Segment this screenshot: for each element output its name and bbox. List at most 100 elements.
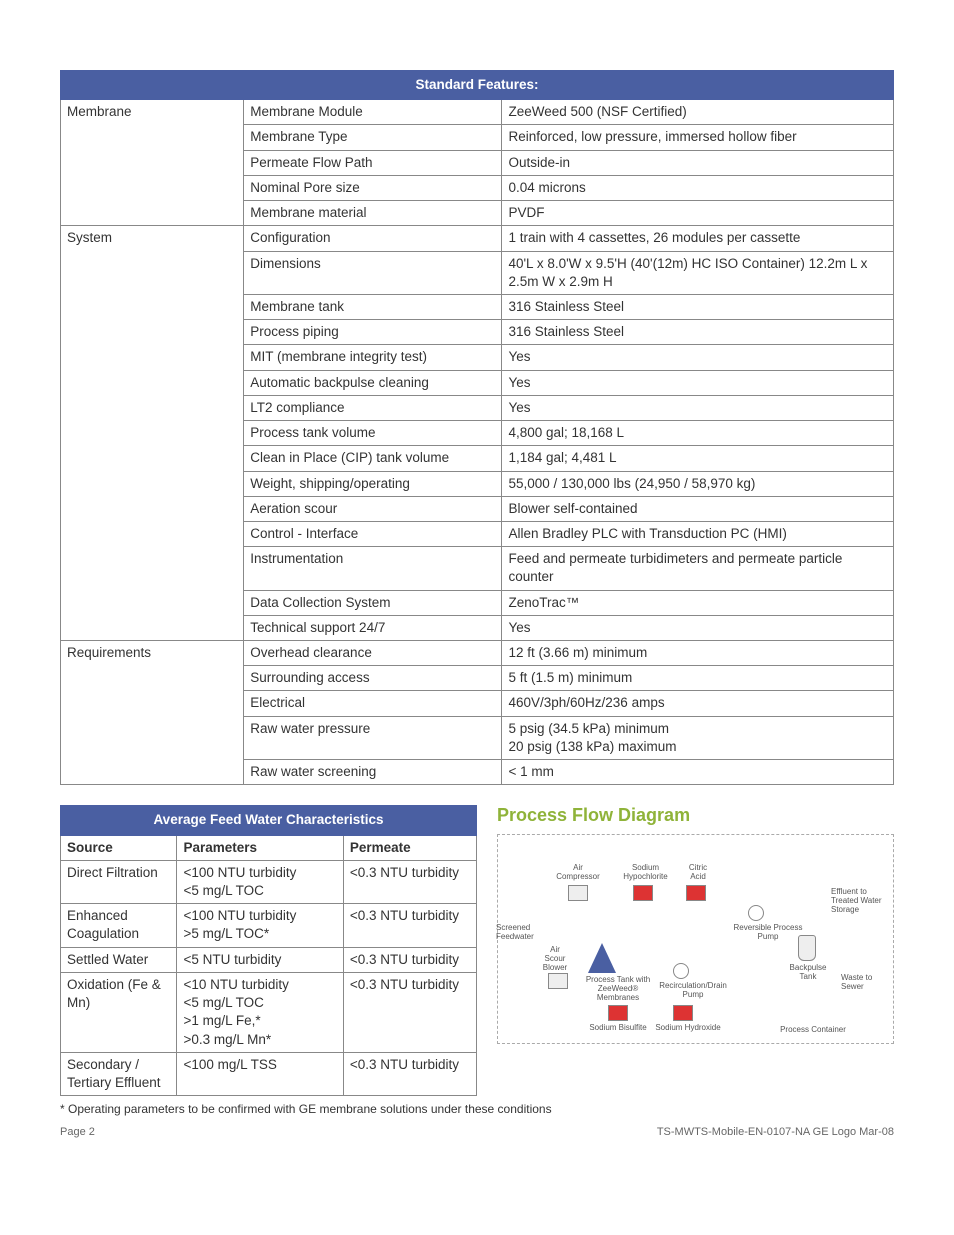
- param-label: Weight, shipping/operating: [244, 471, 502, 496]
- param-value: Yes: [502, 395, 894, 420]
- param-label: Membrane Type: [244, 125, 502, 150]
- parameters-cell: <100 NTU turbidity<5 mg/L TOC: [177, 860, 343, 903]
- chem-feed-icon: [686, 885, 706, 901]
- param-value: ZeeWeed 500 (NSF Certified): [502, 100, 894, 125]
- recirc-pump-label: Recirculation/DrainPump: [653, 981, 733, 999]
- table-header: Average Feed Water Characteristics: [61, 806, 477, 835]
- param-value: Feed and permeate turbidimeters and perm…: [502, 547, 894, 590]
- air-compressor-label: AirCompressor: [553, 863, 603, 881]
- effluent-label: Effluent toTreated WaterStorage: [831, 887, 891, 914]
- footer-page: Page 2: [60, 1126, 95, 1138]
- source-cell: Secondary / Tertiary Effluent: [61, 1052, 177, 1095]
- param-label: Technical support 24/7: [244, 615, 502, 640]
- param-value: 55,000 / 130,000 lbs (24,950 / 58,970 kg…: [502, 471, 894, 496]
- chem-feed-icon: [673, 1005, 693, 1021]
- param-value: Outside-in: [502, 150, 894, 175]
- citric-acid-label: CitricAcid: [678, 863, 718, 881]
- param-label: Dimensions: [244, 251, 502, 294]
- param-label: Automatic backpulse cleaning: [244, 370, 502, 395]
- param-value: 316 Stainless Steel: [502, 320, 894, 345]
- standard-features-table: Standard Features: MembraneMembrane Modu…: [60, 70, 894, 785]
- param-label: Configuration: [244, 226, 502, 251]
- param-value: PVDF: [502, 201, 894, 226]
- param-value: 1,184 gal; 4,481 L: [502, 446, 894, 471]
- process-container-label: Process Container: [773, 1025, 853, 1034]
- param-label: Data Collection System: [244, 590, 502, 615]
- group-label: Membrane: [61, 100, 244, 226]
- process-tank-label: Process Tank withZeeWeed®Membranes: [578, 975, 658, 1002]
- param-label: Membrane Module: [244, 100, 502, 125]
- source-cell: Direct Filtration: [61, 860, 177, 903]
- param-value: 460V/3ph/60Hz/236 amps: [502, 691, 894, 716]
- blower-icon: [548, 973, 568, 989]
- feedwater-table: Average Feed Water Characteristics Sourc…: [60, 805, 477, 1096]
- param-value: 316 Stainless Steel: [502, 294, 894, 319]
- col-header: Permeate: [343, 835, 476, 860]
- footer-doc-id: TS-MWTS-Mobile-EN-0107-NA GE Logo Mar-08: [657, 1126, 894, 1138]
- air-scour-label: AirScourBlower: [538, 945, 572, 972]
- permeate-cell: <0.3 NTU turbidity: [343, 947, 476, 972]
- table-row: Direct Filtration<100 NTU turbidity<5 mg…: [61, 860, 477, 903]
- parameters-cell: <5 NTU turbidity: [177, 947, 343, 972]
- param-label: Nominal Pore size: [244, 175, 502, 200]
- param-label: Raw water pressure: [244, 716, 502, 759]
- features-body: MembraneMembrane ModuleZeeWeed 500 (NSF …: [61, 100, 894, 785]
- param-value: Yes: [502, 370, 894, 395]
- reversible-pump-label: Reversible ProcessPump: [728, 923, 808, 941]
- backpulse-tank-icon: [798, 935, 816, 961]
- param-label: LT2 compliance: [244, 395, 502, 420]
- param-value: Yes: [502, 345, 894, 370]
- param-label: Membrane tank: [244, 294, 502, 319]
- param-label: Control - Interface: [244, 521, 502, 546]
- sodium-bisulfite-label: Sodium Bisulfite: [583, 1023, 653, 1032]
- col-header: Parameters: [177, 835, 343, 860]
- param-label: Aeration scour: [244, 496, 502, 521]
- param-label: Membrane material: [244, 201, 502, 226]
- param-label: Overhead clearance: [244, 641, 502, 666]
- table-row: Secondary / Tertiary Effluent<100 mg/L T…: [61, 1052, 477, 1095]
- col-header: Source: [61, 835, 177, 860]
- param-value: Reinforced, low pressure, immersed hollo…: [502, 125, 894, 150]
- source-cell: Settled Water: [61, 947, 177, 972]
- table-row: RequirementsOverhead clearance12 ft (3.6…: [61, 641, 894, 666]
- param-label: Instrumentation: [244, 547, 502, 590]
- param-value: < 1 mm: [502, 760, 894, 785]
- flow-diagram-title: Process Flow Diagram: [497, 805, 894, 826]
- sodium-hypo-label: SodiumHypochlorite: [618, 863, 673, 881]
- permeate-cell: <0.3 NTU turbidity: [343, 904, 476, 947]
- process-tank-icon: [588, 943, 616, 973]
- table-row: MembraneMembrane ModuleZeeWeed 500 (NSF …: [61, 100, 894, 125]
- table-header: Standard Features:: [61, 71, 894, 100]
- table-row: Settled Water<5 NTU turbidity<0.3 NTU tu…: [61, 947, 477, 972]
- param-value: Blower self-contained: [502, 496, 894, 521]
- param-value: 4,800 gal; 18,168 L: [502, 421, 894, 446]
- group-label: Requirements: [61, 641, 244, 785]
- source-cell: Oxidation (Fe & Mn): [61, 972, 177, 1052]
- param-value: 5 ft (1.5 m) minimum: [502, 666, 894, 691]
- param-value: 40'L x 8.0'W x 9.5'H (40'(12m) HC ISO Co…: [502, 251, 894, 294]
- parameters-cell: <10 NTU turbidity<5 mg/L TOC>1 mg/L Fe,*…: [177, 972, 343, 1052]
- param-label: Surrounding access: [244, 666, 502, 691]
- param-label: MIT (membrane integrity test): [244, 345, 502, 370]
- table-row: Oxidation (Fe & Mn)<10 NTU turbidity<5 m…: [61, 972, 477, 1052]
- chem-feed-icon: [608, 1005, 628, 1021]
- param-label: Clean in Place (CIP) tank volume: [244, 446, 502, 471]
- param-value: 12 ft (3.66 m) minimum: [502, 641, 894, 666]
- waste-label: Waste toSewer: [841, 973, 891, 991]
- permeate-cell: <0.3 NTU turbidity: [343, 1052, 476, 1095]
- parameters-cell: <100 NTU turbidity>5 mg/L TOC*: [177, 904, 343, 947]
- sodium-hydroxide-label: Sodium Hydroxide: [648, 1023, 728, 1032]
- param-label: Process tank volume: [244, 421, 502, 446]
- pump-icon: [748, 905, 764, 921]
- param-value: Yes: [502, 615, 894, 640]
- table-row: Enhanced Coagulation<100 NTU turbidity>5…: [61, 904, 477, 947]
- param-label: Raw water screening: [244, 760, 502, 785]
- param-value: 1 train with 4 cassettes, 26 modules per…: [502, 226, 894, 251]
- source-cell: Enhanced Coagulation: [61, 904, 177, 947]
- param-label: Permeate Flow Path: [244, 150, 502, 175]
- param-value: ZenoTrac™: [502, 590, 894, 615]
- pump-icon: [673, 963, 689, 979]
- backpulse-tank-label: BackpulseTank: [783, 963, 833, 981]
- param-value: 0.04 microns: [502, 175, 894, 200]
- footnote: * Operating parameters to be confirmed w…: [60, 1102, 894, 1116]
